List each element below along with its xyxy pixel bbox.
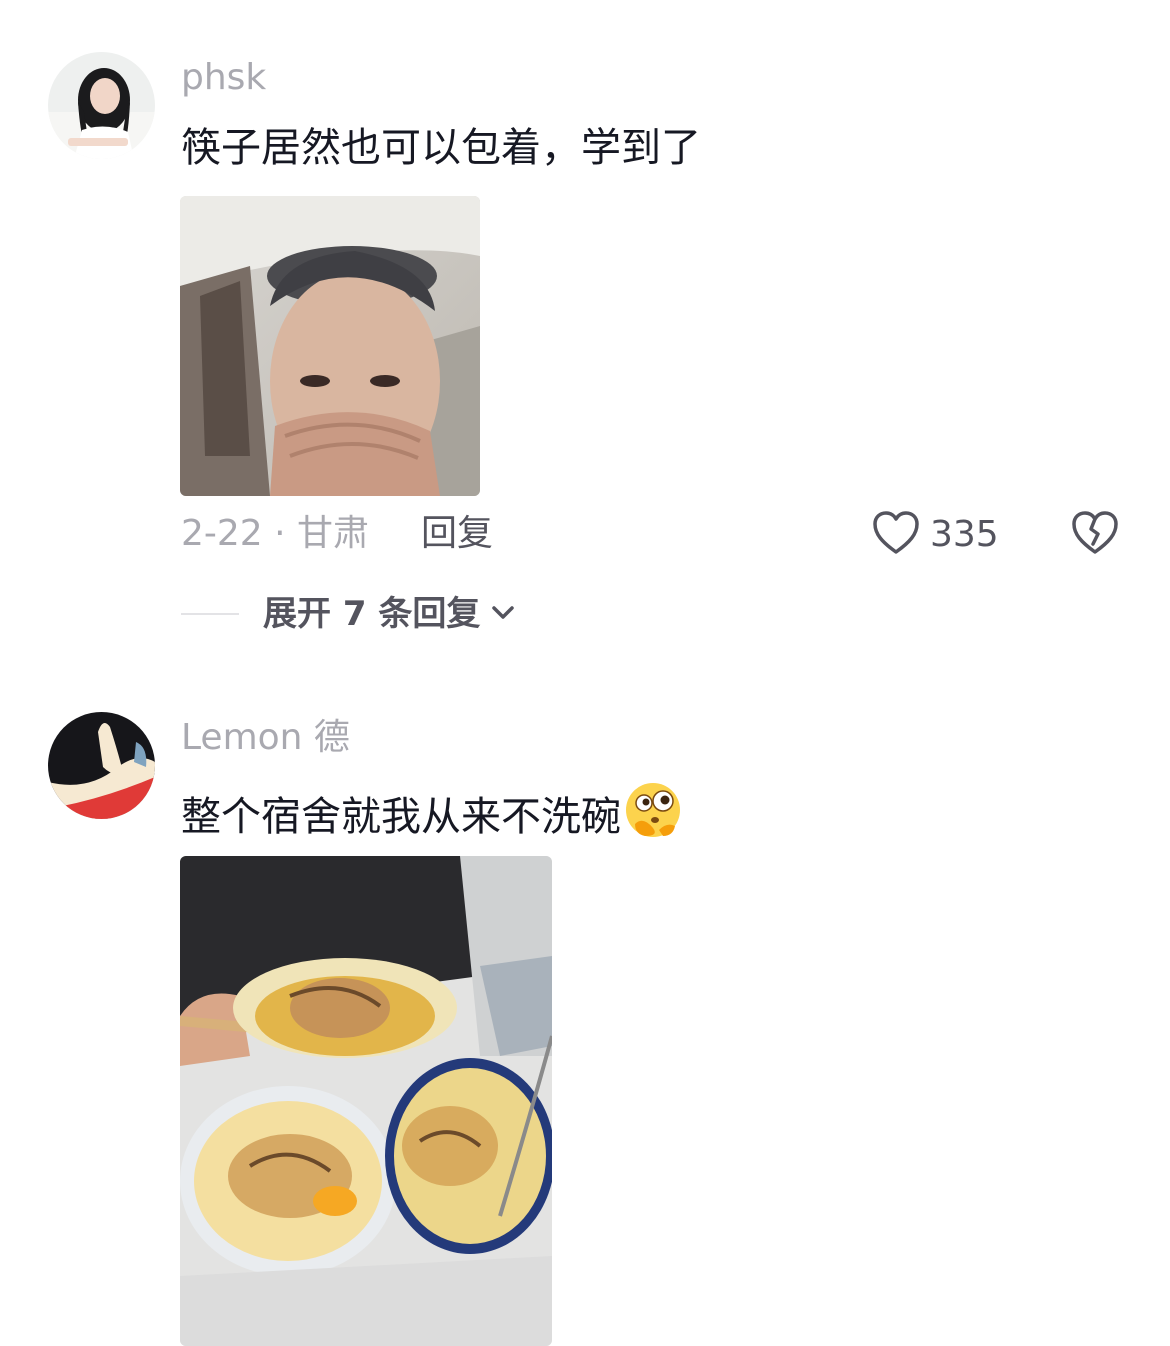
comment-text: 筷子居然也可以包着，学到了 bbox=[181, 125, 701, 171]
dislike-button[interactable] bbox=[1071, 510, 1119, 560]
avatar[interactable] bbox=[48, 712, 155, 819]
avatar[interactable] bbox=[48, 52, 155, 159]
comment-username[interactable]: Lemon 德 bbox=[181, 716, 350, 760]
comment-image[interactable] bbox=[180, 196, 480, 496]
like-count: 335 bbox=[930, 514, 999, 555]
comment-text-content: 整个宿舍就我从来不洗碗 bbox=[181, 793, 621, 840]
comment-date-location: 2-22 · 甘肃 bbox=[181, 513, 370, 554]
heart-outline-icon bbox=[872, 510, 920, 560]
comment-text: 整个宿舍就我从来不洗碗 bbox=[181, 780, 683, 853]
expand-replies-button[interactable]: 展开 7 条回复 bbox=[181, 592, 516, 636]
comment-item: phsk 筷子居然也可以包着，学到了 2-22 · 甘肃 回复 335 展开 7… bbox=[0, 0, 1170, 680]
comment-username[interactable]: phsk bbox=[181, 56, 266, 100]
expand-replies-label: 展开 7 条回复 bbox=[263, 594, 481, 634]
comment-item: Lemon 德 整个宿舍就我从来不洗碗 bbox=[0, 680, 1170, 1346]
divider bbox=[181, 613, 239, 615]
chevron-down-icon bbox=[490, 602, 516, 626]
broken-heart-icon bbox=[1071, 511, 1119, 560]
thinking-face-emoji bbox=[623, 780, 683, 853]
reply-button[interactable]: 回复 bbox=[421, 512, 493, 556]
comment-image[interactable] bbox=[180, 856, 552, 1346]
like-button[interactable]: 335 bbox=[872, 510, 999, 560]
